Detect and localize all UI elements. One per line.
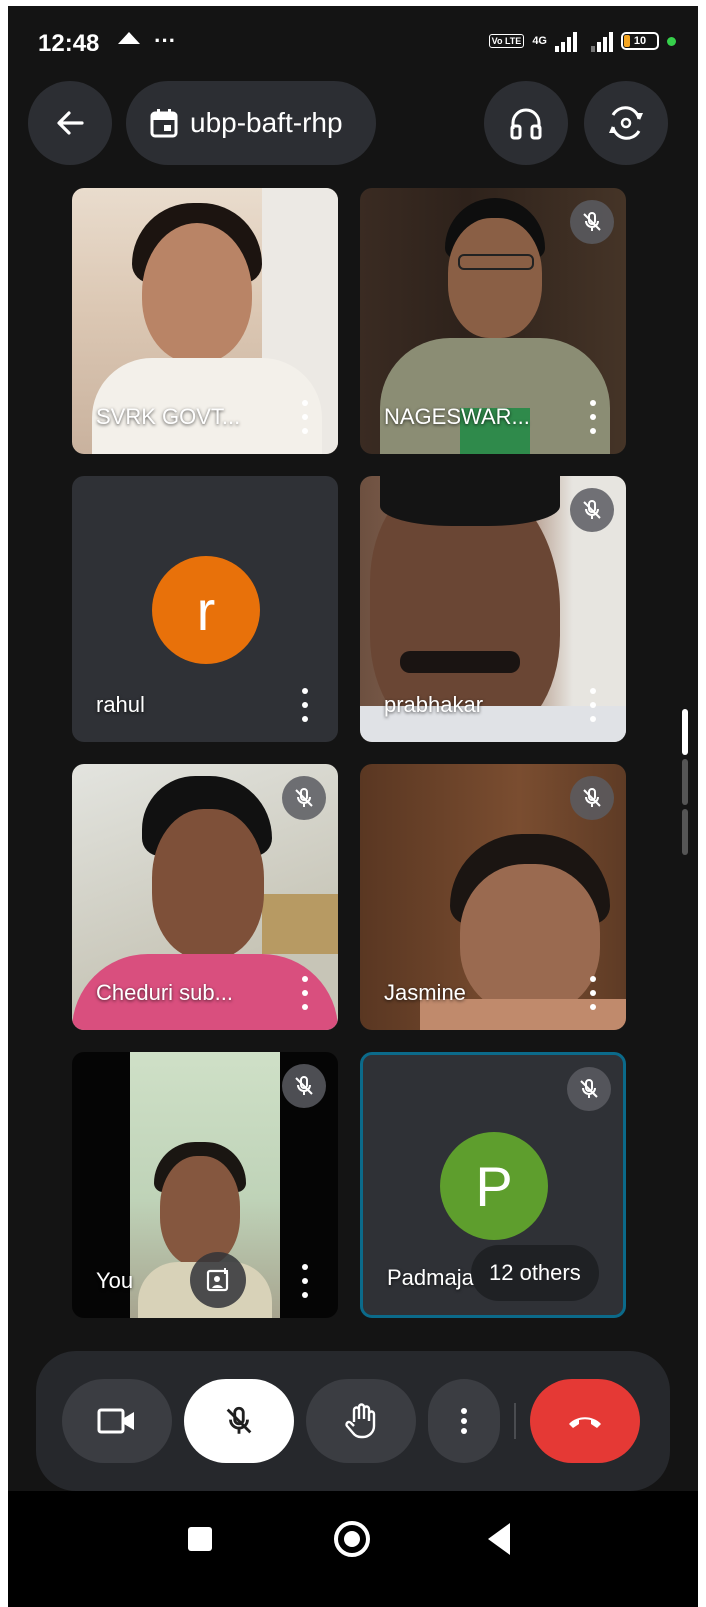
back-button[interactable]	[28, 81, 112, 165]
status-right: Vo LTE 4G 10	[488, 30, 676, 52]
end-call-button[interactable]	[530, 1379, 640, 1463]
effects-icon	[206, 1268, 229, 1292]
participant-options-button[interactable]	[588, 400, 598, 434]
upload-icon	[118, 32, 140, 44]
end-call-icon	[569, 1417, 601, 1428]
more-notifications-icon: ···	[154, 28, 177, 53]
participant-name: rahul	[96, 692, 145, 717]
camera-icon	[97, 1408, 134, 1434]
scroll-indicator[interactable]	[682, 809, 688, 855]
raise-hand-button[interactable]	[306, 1379, 416, 1463]
scroll-indicator[interactable]	[682, 759, 688, 805]
recents-button[interactable]	[188, 1527, 212, 1551]
participant-tile[interactable]: P Padmaja 12 others	[360, 1052, 626, 1318]
mic-off-icon	[226, 1406, 252, 1434]
muted-indicator	[567, 1067, 611, 1111]
background-shelf	[262, 894, 338, 954]
arrow-left-icon	[57, 111, 84, 135]
notification-icons: ···	[116, 28, 176, 54]
clock: 12:48	[38, 30, 100, 57]
divider	[514, 1403, 516, 1439]
signal-icon	[555, 30, 577, 52]
battery-fill	[624, 35, 630, 47]
muted-indicator	[570, 488, 614, 532]
participant-tile[interactable]: Jasmine	[360, 764, 626, 1030]
avatar: P	[440, 1132, 548, 1240]
mic-off-icon	[583, 212, 601, 231]
scroll-indicator-active[interactable]	[682, 709, 688, 755]
participant-options-button[interactable]	[300, 400, 310, 434]
others-chip[interactable]: 12 others	[471, 1245, 599, 1301]
headphones-icon	[510, 108, 542, 140]
network-type: 4G	[532, 35, 547, 47]
avatar: r	[152, 556, 260, 664]
camera-toggle-button[interactable]	[62, 1379, 172, 1463]
visual-effects-button[interactable]	[190, 1252, 246, 1308]
participant-options-button[interactable]	[588, 976, 598, 1010]
participant-face	[152, 809, 264, 959]
participant-tile[interactable]: NAGESWAR...	[360, 188, 626, 454]
mic-off-icon	[295, 788, 313, 807]
others-count: 12 others	[489, 1260, 581, 1285]
participant-options-button[interactable]	[300, 976, 310, 1010]
participant-hair	[380, 476, 560, 526]
participant-moustache	[400, 651, 520, 673]
mic-off-icon	[295, 1076, 313, 1095]
muted-indicator	[282, 776, 326, 820]
volte-badge: Vo LTE	[488, 34, 525, 48]
participant-name: SVRK GOVT...	[96, 404, 241, 429]
participant-tile[interactable]: prabhakar	[360, 476, 626, 742]
participant-name: NAGESWAR...	[384, 404, 530, 429]
participant-face	[160, 1156, 240, 1266]
mic-off-icon	[580, 1079, 598, 1098]
participant-options-button[interactable]	[588, 688, 598, 722]
circle-icon	[344, 1531, 360, 1547]
mic-off-icon	[583, 500, 601, 519]
participant-tile[interactable]: r rahul	[72, 476, 338, 742]
participant-face	[460, 864, 600, 1014]
meeting-info-button[interactable]: ubp-baft-rhp	[126, 81, 376, 165]
participant-tile[interactable]: SVRK GOVT...	[72, 188, 338, 454]
privacy-indicator-dot	[667, 36, 676, 46]
participant-name: prabhakar	[384, 692, 484, 717]
switch-camera-button[interactable]	[584, 81, 668, 165]
meeting-top-bar: ubp-baft-rhp	[8, 81, 698, 167]
participant-tile[interactable]: Cheduri sub...	[72, 764, 338, 1030]
muted-indicator	[282, 1064, 326, 1108]
status-bar: 12:48 ··· Vo LTE 4G 10	[8, 6, 698, 76]
home-button[interactable]	[334, 1521, 370, 1557]
signal-icon-2	[591, 30, 613, 52]
participant-face	[142, 223, 252, 363]
system-navigation-bar	[8, 1491, 698, 1607]
muted-indicator	[570, 776, 614, 820]
participant-name: Cheduri sub...	[96, 980, 233, 1005]
back-button[interactable]	[484, 1521, 514, 1557]
participant-options-button[interactable]	[300, 1264, 310, 1298]
meet-screen: 12:48 ··· Vo LTE 4G 10 ubp-baft-rhp SVRK…	[8, 6, 698, 1607]
self-view-tile[interactable]: You	[72, 1052, 338, 1318]
battery-icon: 10	[621, 32, 659, 50]
hand-icon	[345, 1403, 376, 1439]
more-vert-icon	[461, 1408, 467, 1434]
call-controls-bar	[36, 1351, 670, 1491]
calendar-icon	[150, 109, 178, 138]
participant-options-button[interactable]	[300, 688, 310, 722]
battery-level: 10	[633, 35, 647, 47]
mic-off-icon	[583, 788, 601, 807]
participant-glasses	[458, 254, 534, 270]
participant-name: Jasmine	[384, 980, 466, 1005]
participant-name: You	[96, 1268, 134, 1293]
meeting-code: ubp-baft-rhp	[190, 107, 343, 138]
switch-camera-icon	[609, 106, 643, 140]
microphone-toggle-button[interactable]	[184, 1379, 294, 1463]
more-options-button[interactable]	[428, 1379, 500, 1463]
participant-face	[448, 218, 542, 338]
audio-output-button[interactable]	[484, 81, 568, 165]
participant-name: Padmaja	[387, 1265, 474, 1290]
muted-indicator	[570, 200, 614, 244]
